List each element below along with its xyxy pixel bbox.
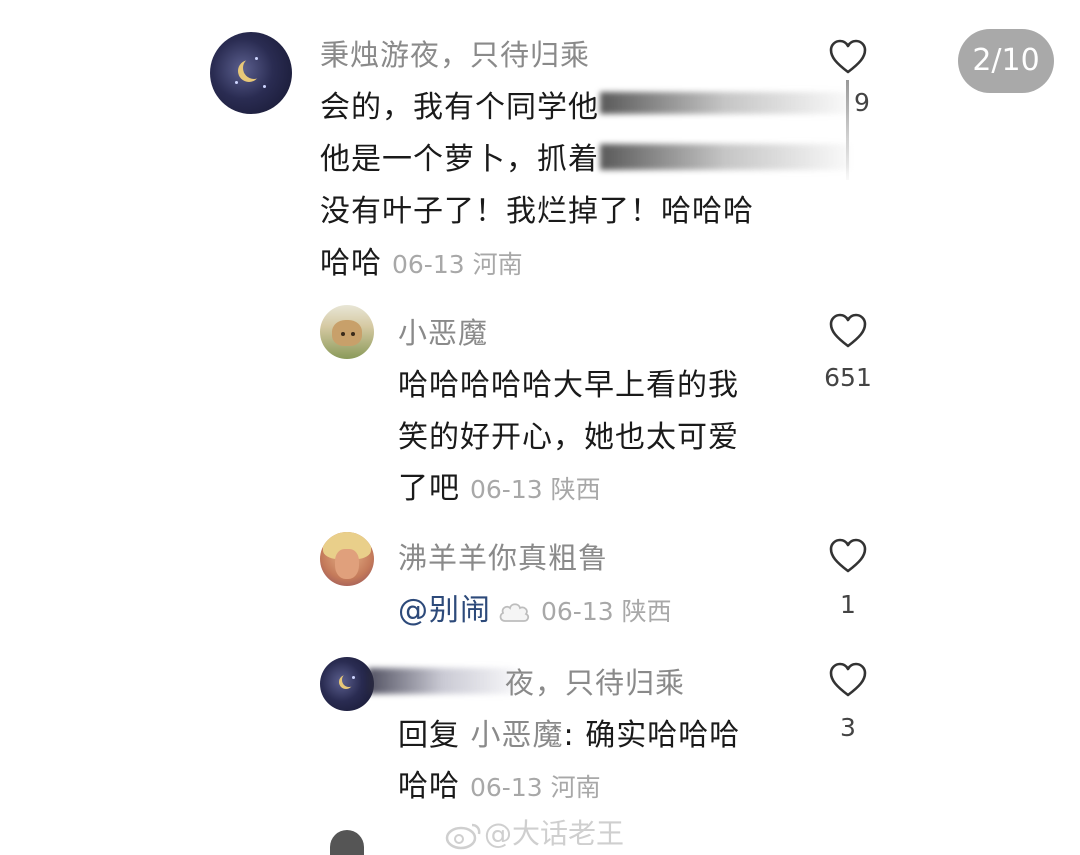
avatar[interactable] xyxy=(320,305,374,359)
watermark-text: @大话老王 xyxy=(484,817,625,850)
avatar[interactable] xyxy=(320,657,374,711)
reply-target-username[interactable]: 小恶魔 xyxy=(471,718,564,753)
comment-text-end: 哈哈 xyxy=(320,246,382,281)
comment-text-line: 回复 小恶魔: 确实哈哈哈 xyxy=(398,710,740,754)
comment-text-line: 会的，我有个同学他 xyxy=(320,90,599,125)
comment-username[interactable]: 秉烛游夜，只待归乘 xyxy=(320,32,590,74)
comment-location: 河南 xyxy=(550,773,601,802)
like-count: 651 xyxy=(824,363,872,392)
like-heart-icon[interactable] xyxy=(828,38,868,76)
like-heart-icon[interactable] xyxy=(828,537,868,575)
like-heart-icon[interactable] xyxy=(828,312,868,350)
comment-text-end: 了吧 xyxy=(398,471,460,506)
comment-location: 陕西 xyxy=(550,475,601,504)
comment-text-line: @别闹 06-13 陕西 xyxy=(398,585,672,629)
comment-date: 06-13 xyxy=(392,250,465,279)
mention-link[interactable]: @别闹 xyxy=(398,593,491,628)
like-count: 1 xyxy=(840,590,856,619)
comment-text-line: 哈哈 06-13 河南 xyxy=(320,238,523,282)
reply-prefix: 回复 xyxy=(398,718,460,753)
avatar[interactable] xyxy=(320,532,374,586)
redacted-text xyxy=(600,92,850,114)
avatar[interactable] xyxy=(210,32,292,114)
like-heart-icon[interactable] xyxy=(828,661,868,699)
comment-username[interactable]: 沸羊羊你真粗鲁 xyxy=(398,535,608,577)
like-count: 3 xyxy=(840,713,856,742)
avatar-partial xyxy=(330,830,364,855)
comment-username[interactable]: 小恶魔 xyxy=(398,310,488,352)
comment-text-line: 哈哈哈哈哈大早上看的我 xyxy=(398,368,739,403)
redacted-text xyxy=(368,668,518,694)
comment-text-line: 他是一个萝卜，抓着 xyxy=(320,142,599,177)
comment-text-line: 哈哈 06-13 河南 xyxy=(398,761,601,805)
comment-text-line: 没有叶子了！我烂掉了！哈哈哈 xyxy=(320,194,754,229)
redacted-text xyxy=(600,144,850,170)
cloud-sticker-icon xyxy=(499,602,530,622)
comment-location: 河南 xyxy=(472,250,523,279)
watermark: @大话老王 xyxy=(444,812,624,852)
comment-text-line: 笑的好开心，她也太可爱 xyxy=(398,420,739,455)
comment-date: 06-13 xyxy=(470,773,543,802)
page-indicator: 2/10 xyxy=(958,29,1054,93)
comment-location: 陕西 xyxy=(621,597,672,626)
weibo-logo-icon xyxy=(445,823,481,850)
comment-text-end: 哈哈 xyxy=(398,769,460,804)
comment-username[interactable]: 夜，只待归乘 xyxy=(505,660,685,702)
reply-text: : 确实哈哈哈 xyxy=(563,718,741,753)
like-count: 9 xyxy=(854,88,870,117)
comment-text-line: 了吧 06-13 陕西 xyxy=(398,463,601,507)
comment-date: 06-13 xyxy=(541,597,614,626)
comment-date: 06-13 xyxy=(470,475,543,504)
